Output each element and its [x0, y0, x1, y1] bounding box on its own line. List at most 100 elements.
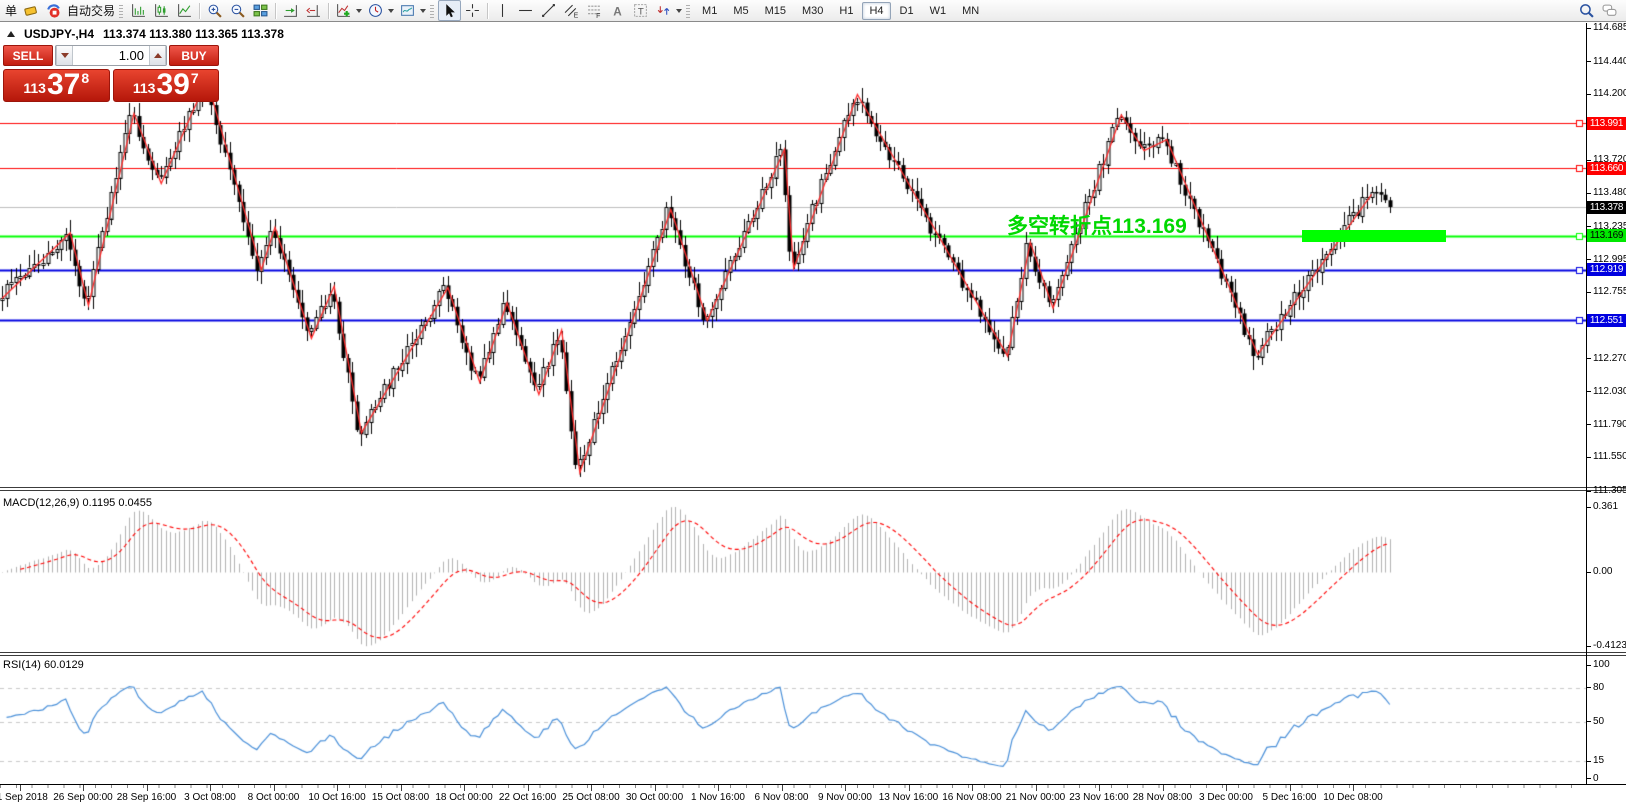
horizontal-line-button[interactable] — [514, 0, 537, 21]
collapse-arrow-icon[interactable] — [7, 31, 15, 37]
one-click-trading-panel: SELL BUY 113 37 8 113 39 7 — [3, 45, 219, 102]
journal-icon — [23, 3, 38, 18]
date-label: 23 Nov 16:00 — [1069, 792, 1129, 803]
sell-price-prefix: 113 — [23, 81, 46, 99]
rsi-axis-label: 50 — [1593, 716, 1604, 727]
toolbar-separator — [487, 3, 488, 19]
date-label: 30 Oct 00:00 — [626, 792, 683, 803]
axis-price-label: 112.755 — [1593, 286, 1626, 297]
sell-button[interactable]: SELL — [3, 45, 53, 66]
periods-dropdown-arrow[interactable] — [388, 9, 394, 13]
toolbar-separator — [275, 3, 276, 19]
timeframe-button-m30[interactable]: M30 — [795, 2, 830, 20]
timeframe-button-m15[interactable]: M15 — [758, 2, 793, 20]
volume-decrease-button[interactable] — [56, 46, 73, 65]
date-label: 18 Oct 00:00 — [435, 792, 492, 803]
axis-price-label: 114.440 — [1593, 56, 1626, 67]
sell-price-display[interactable]: 113 37 8 — [3, 69, 110, 102]
date-label: 1 Nov 16:00 — [691, 792, 745, 803]
auto-scroll-button[interactable] — [279, 0, 302, 21]
indicators-dropdown-arrow[interactable] — [356, 9, 362, 13]
volume-increase-button[interactable] — [149, 46, 166, 65]
price-axis-border — [1586, 23, 1587, 784]
chart-shift-button[interactable] — [302, 0, 325, 21]
text-label-button[interactable]: T — [629, 0, 652, 21]
pane-splitter[interactable] — [0, 487, 1626, 491]
new-order-label[interactable]: 单 — [5, 2, 17, 19]
pivot-annotation-text[interactable]: 多空转折点113.169 — [1007, 210, 1187, 240]
timeframe-button-h4[interactable]: H4 — [862, 2, 890, 20]
vertical-line-button[interactable] — [491, 0, 514, 21]
arrows-button[interactable] — [652, 0, 675, 21]
zoom-in-button[interactable] — [203, 0, 226, 21]
volume-input[interactable] — [73, 46, 149, 65]
macd-pane-canvas[interactable] — [0, 491, 1586, 652]
equidistant-channel-button[interactable]: E — [560, 0, 583, 21]
timeframe-button-d1[interactable]: D1 — [893, 2, 921, 20]
line-chart-button[interactable] — [173, 0, 196, 21]
timeframe-button-m5[interactable]: M5 — [726, 2, 755, 20]
crosshair-button[interactable] — [461, 0, 484, 21]
trendline-button[interactable] — [537, 0, 560, 21]
autotrade-icon — [46, 3, 61, 18]
date-label: 21 Sep 2018 — [0, 792, 48, 803]
fibonacci-button[interactable]: F — [583, 0, 606, 21]
macd-axis-label: -0.4123 — [1593, 640, 1626, 651]
template-icon — [400, 3, 415, 18]
date-label: 16 Nov 08:00 — [942, 792, 1002, 803]
text-button[interactable]: A — [606, 0, 629, 21]
macd-label: MACD(12,26,9) 0.1195 0.0455 — [3, 497, 152, 509]
pivot-highlight-bar[interactable] — [1302, 230, 1446, 242]
timeframe-button-m1[interactable]: M1 — [695, 2, 724, 20]
search-icon[interactable] — [1579, 3, 1594, 18]
bar-chart-button[interactable] — [127, 0, 150, 21]
date-label: 10 Oct 16:00 — [308, 792, 365, 803]
volume-spinner — [55, 45, 167, 66]
templates-dropdown-arrow[interactable] — [420, 9, 426, 13]
chat-icon[interactable] — [1602, 3, 1617, 18]
main-chart-canvas[interactable] — [0, 23, 1586, 487]
axis-price-label: 113.480 — [1593, 187, 1626, 198]
journal-button[interactable] — [19, 0, 42, 21]
rsi-label: RSI(14) 60.0129 — [3, 659, 84, 671]
buy-button[interactable]: BUY — [169, 45, 219, 66]
autotrade-label[interactable]: 自动交易 — [67, 2, 115, 19]
zoom-out-icon — [230, 3, 245, 18]
rsi-pane-canvas[interactable] — [0, 656, 1586, 784]
timeframe-button-h1[interactable]: H1 — [832, 2, 860, 20]
autotrade-button[interactable] — [42, 0, 65, 21]
crosshair-icon — [465, 3, 480, 18]
periods-button[interactable] — [364, 0, 387, 21]
indicators-button[interactable] — [332, 0, 355, 21]
tile-windows-button[interactable] — [249, 0, 272, 21]
cursor-icon — [442, 3, 457, 18]
date-label: 3 Dec 00:00 — [1199, 792, 1253, 803]
arrows-dropdown-arrow[interactable] — [676, 9, 682, 13]
indicators-icon — [336, 3, 351, 18]
templates-button[interactable] — [396, 0, 419, 21]
candlestick-chart-button[interactable] — [150, 0, 173, 21]
tile-windows-icon — [253, 3, 268, 18]
arrows-icon — [656, 3, 671, 18]
date-label: 8 Oct 00:00 — [248, 792, 300, 803]
pane-splitter[interactable] — [0, 652, 1626, 656]
buy-price-big: 39 — [156, 71, 189, 99]
sell-price-pip: 8 — [81, 70, 89, 86]
timeframe-button-w1[interactable]: W1 — [923, 2, 954, 20]
toolbar-grip — [119, 4, 123, 18]
cursor-button[interactable] — [438, 0, 461, 21]
toolbar: 单 自动交易 — [0, 0, 1626, 22]
timeframe-button-mn[interactable]: MN — [955, 2, 986, 20]
zoom-in-icon — [207, 3, 222, 18]
price-badge-black: 113.378 — [1587, 201, 1626, 214]
chart-shift-icon — [306, 3, 321, 18]
buy-price-display[interactable]: 113 39 7 — [113, 69, 220, 102]
svg-text:F: F — [596, 13, 600, 18]
chart-title: USDJPY-,H4 113.374 113.380 113.365 113.3… — [7, 27, 284, 41]
fibonacci-icon: F — [587, 3, 602, 18]
auto-scroll-icon — [283, 3, 298, 18]
time-axis-border — [0, 784, 1626, 785]
chart-symbol-period: USDJPY-,H4 — [24, 27, 94, 41]
price-badge-green: 113.169 — [1587, 229, 1626, 242]
zoom-out-button[interactable] — [226, 0, 249, 21]
